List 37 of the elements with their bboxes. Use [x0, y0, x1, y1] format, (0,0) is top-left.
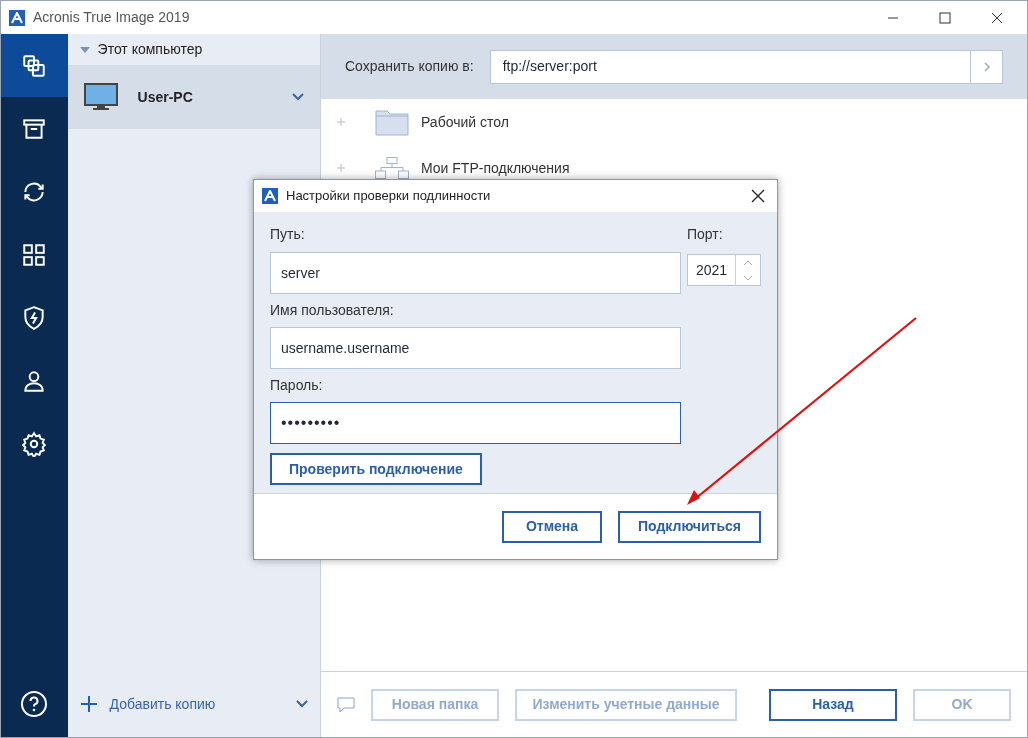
destination-label: Сохранить копию в: [345, 57, 474, 76]
grid-icon [21, 241, 48, 268]
toolbar-button[interactable]: Назад [769, 688, 897, 721]
plus-icon[interactable] [79, 695, 98, 713]
monitor-icon [83, 83, 118, 111]
field-label: Пароль: [270, 376, 324, 395]
computer-item[interactable]: User-PC [67, 65, 320, 129]
password-field[interactable]: ••••••••• [270, 402, 681, 444]
section-header: Этот компьютер [97, 40, 203, 59]
dialog-button[interactable]: Отмена [502, 510, 602, 543]
path-field[interactable]: server [270, 252, 681, 294]
maximize-icon[interactable] [939, 11, 951, 24]
window-title: Acronis True Image 2019 [33, 8, 190, 27]
field-label: Имя пользователя: [270, 301, 395, 320]
tree-item[interactable]: Рабочий стол [421, 111, 509, 133]
app-logo-icon [9, 9, 25, 26]
field-label: Путь: [270, 225, 306, 244]
network-folders-icon [375, 157, 409, 179]
tree-item[interactable]: Мои FTP-подключения [421, 157, 570, 179]
settings-icon [21, 430, 48, 457]
close-icon[interactable] [751, 189, 765, 203]
nav-item[interactable] [1, 34, 68, 97]
copies-icon [21, 52, 48, 79]
collapse-triangle-icon[interactable] [79, 46, 90, 53]
close-icon[interactable] [991, 11, 1003, 24]
folder-icon [375, 108, 409, 136]
chevron-down-icon[interactable] [292, 93, 304, 101]
dialog-button[interactable]: Подключиться [618, 510, 761, 543]
chevron-down-icon[interactable] [296, 700, 308, 708]
destination-field[interactable]: ftp://server:port [489, 49, 1003, 84]
field-label: Порт: [687, 225, 724, 244]
test-connection-button[interactable]: Проверить подключение [270, 453, 482, 485]
username-field[interactable]: username.username [270, 327, 681, 369]
app-logo-icon [262, 188, 278, 204]
add-backup-link[interactable]: Добавить копию [109, 693, 284, 715]
dialog-title: Настройки проверки подлинности [286, 187, 492, 206]
help-icon[interactable] [20, 690, 49, 718]
